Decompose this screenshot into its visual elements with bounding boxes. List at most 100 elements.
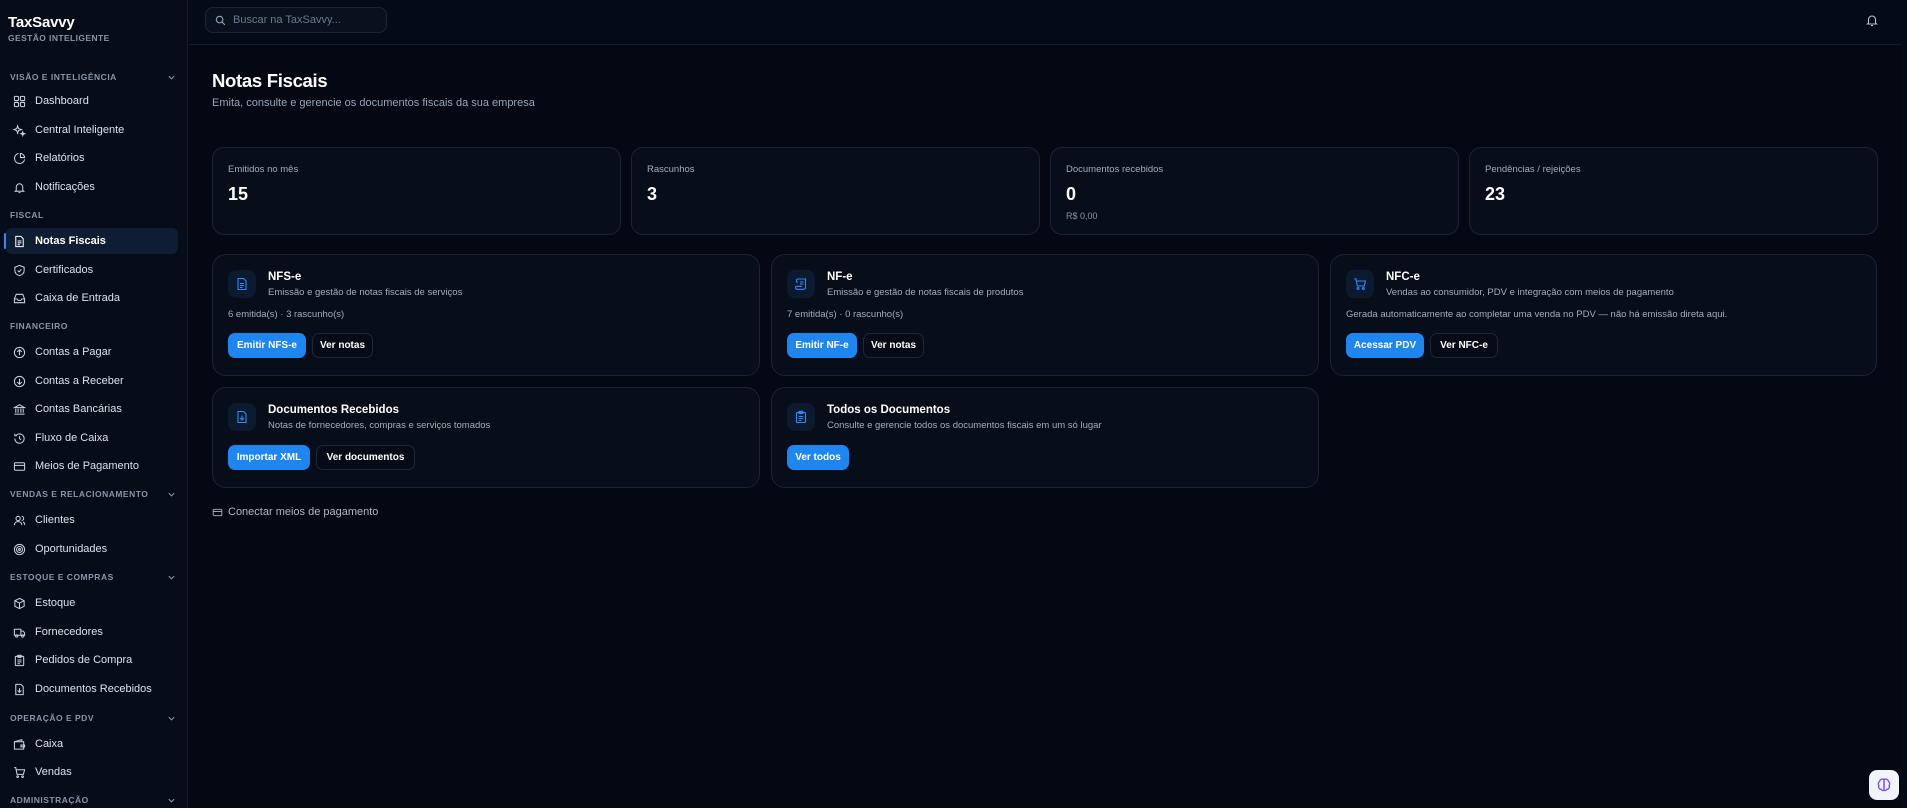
file-import-icon <box>237 410 247 424</box>
sidebar-item-oportunidades[interactable]: Oportunidades <box>6 536 178 562</box>
sidebar-item-caixa-de-entrada[interactable]: Caixa de Entrada <box>6 285 178 311</box>
section-label: OPERAÇÃO E PDV <box>10 713 94 723</box>
stat-extra: R$ 0,00 <box>1066 211 1098 221</box>
access-pdv-button[interactable]: Acessar PDV <box>1346 333 1424 358</box>
sidebar-item-dashboard[interactable]: Dashboard <box>6 88 178 114</box>
credit-card-icon <box>13 461 26 471</box>
sidebar-item-contas-a-pagar[interactable]: Contas a Pagar <box>6 339 178 365</box>
sidebar: TaxSavvy GESTÃO INTELIGENTE VISÃO E INTE… <box>0 0 188 808</box>
stat-card-pendencias: Pendências / rejeições 23 <box>1469 147 1878 235</box>
card-documentos-recebidos: Documentos Recebidos Notas de fornecedor… <box>212 387 760 488</box>
sidebar-item-fluxo-de-caixa[interactable]: Fluxo de Caixa <box>6 425 178 451</box>
package-icon <box>14 597 25 609</box>
sidebar-item-vendas[interactable]: Vendas <box>6 759 178 785</box>
chevron-down-icon <box>168 75 175 80</box>
inbox-icon <box>13 293 26 303</box>
section-administracao[interactable]: ADMINISTRAÇÃO <box>10 792 176 808</box>
bank-icon <box>13 403 26 415</box>
sidebar-item-notas-fiscais[interactable]: Notas Fiscais <box>4 228 178 254</box>
view-nfe-button[interactable]: Ver notas <box>863 333 924 358</box>
stat-card-emitidos: Emitidos no mês 15 <box>212 147 621 235</box>
sidebar-item-notificacoes[interactable]: Notificações <box>6 174 178 200</box>
sidebar-item-label: Clientes <box>35 514 75 526</box>
view-all-button[interactable]: Ver todos <box>787 445 849 470</box>
sidebar-item-pedidos-de-compra[interactable]: Pedidos de Compra <box>6 647 178 673</box>
assistant-fab[interactable] <box>1869 770 1899 800</box>
section-financeiro: FINANCEIRO <box>10 318 176 334</box>
sidebar-item-label: Vendas <box>35 766 72 778</box>
sidebar-item-label: Documentos Recebidos <box>35 683 152 695</box>
section-estoque-compras[interactable]: ESTOQUE E COMPRAS <box>10 569 176 585</box>
sidebar-item-central-inteligente[interactable]: Central Inteligente <box>6 117 178 143</box>
scroll-icon <box>795 278 807 290</box>
sidebar-item-documentos-recebidos[interactable]: Documentos Recebidos <box>6 676 178 702</box>
arrow-down-circle-icon <box>13 375 26 387</box>
search-input[interactable] <box>233 14 373 26</box>
card-icon <box>228 403 256 431</box>
emit-nfse-button[interactable]: Emitir NFS-e <box>228 333 306 358</box>
card-description: Notas de fornecedores, compras e serviço… <box>268 420 491 431</box>
sidebar-item-estoque[interactable]: Estoque <box>6 590 178 616</box>
card-nfse: NFS-e Emissão e gestão de notas fiscais … <box>212 254 760 376</box>
view-documents-button[interactable]: Ver documentos <box>316 445 415 470</box>
section-label: VISÃO E INTELIGÊNCIA <box>10 72 117 82</box>
section-label: FISCAL <box>10 210 44 220</box>
shield-check-icon <box>14 264 25 276</box>
card-todos-documentos: Todos os Documentos Consulte e gerencie … <box>771 387 1319 488</box>
sidebar-item-contas-a-receber[interactable]: Contas a Receber <box>6 368 178 394</box>
sidebar-item-clientes[interactable]: Clientes <box>6 507 178 533</box>
sidebar-item-label: Contas a Receber <box>35 375 124 387</box>
sidebar-item-meios-de-pagamento[interactable]: Meios de Pagamento <box>6 453 178 479</box>
card-title: NFS-e <box>268 271 302 283</box>
search-icon <box>215 15 226 25</box>
pie-chart-icon <box>14 152 26 164</box>
sidebar-item-label: Estoque <box>35 597 76 609</box>
search-box[interactable] <box>205 7 387 33</box>
section-label: ESTOQUE E COMPRAS <box>10 572 114 582</box>
sidebar-item-label: Contas Bancárias <box>35 403 122 415</box>
import-xml-button[interactable]: Importar XML <box>228 445 310 470</box>
brand[interactable]: TaxSavvy GESTÃO INTELIGENTE <box>8 14 110 43</box>
brand-name: TaxSavvy <box>8 14 75 31</box>
connect-payment-methods-link[interactable]: Conectar meios de pagamento <box>212 506 378 518</box>
sidebar-item-label: Fornecedores <box>35 626 103 638</box>
section-operacao-pdv[interactable]: OPERAÇÃO E PDV <box>10 710 176 726</box>
sidebar-item-relatorios[interactable]: Relatórios <box>6 145 178 171</box>
sidebar-item-caixa[interactable]: Caixa <box>6 731 178 757</box>
sidebar-item-certificados[interactable]: Certificados <box>6 257 178 283</box>
card-description: Consulte e gerencie todos os documentos … <box>827 420 1102 431</box>
sidebar-item-label: Central Inteligente <box>35 124 125 136</box>
sidebar-item-contas-bancarias[interactable]: Contas Bancárias <box>6 396 178 422</box>
target-icon <box>13 543 26 555</box>
card-description: Emissão e gestão de notas fiscais de pro… <box>827 287 1024 298</box>
scrollbar[interactable] <box>1901 0 1907 808</box>
section-visao-inteligencia[interactable]: VISÃO E INTELIGÊNCIA <box>10 69 176 85</box>
stat-value: 3 <box>647 184 658 204</box>
sidebar-item-label: Oportunidades <box>35 543 108 555</box>
notifications-bell-icon[interactable] <box>1865 13 1879 27</box>
credit-card-icon <box>212 508 223 516</box>
view-nfse-button[interactable]: Ver notas <box>312 333 373 358</box>
sidebar-item-fornecedores[interactable]: Fornecedores <box>6 619 178 645</box>
section-vendas-relacionamento[interactable]: VENDAS E RELACIONAMENTO <box>10 486 176 502</box>
card-title: Documentos Recebidos <box>268 404 399 416</box>
sidebar-item-label: Notificações <box>35 181 95 193</box>
stat-value: 15 <box>228 184 249 204</box>
bell-icon <box>14 182 25 193</box>
stat-label: Emitidos no mês <box>228 164 299 175</box>
card-title: NFC-e <box>1386 271 1420 283</box>
card-meta: 7 emitida(s) · 0 rascunho(s) <box>787 309 904 320</box>
card-nfce: NFC-e Vendas ao consumidor, PDV e integr… <box>1330 254 1877 376</box>
topbar <box>189 0 1907 45</box>
card-icon <box>787 403 815 431</box>
sidebar-item-label: Caixa de Entrada <box>35 292 120 304</box>
view-nfce-button[interactable]: Ver NFC-e <box>1430 333 1498 358</box>
sparkles-icon <box>13 123 26 137</box>
stat-value: 23 <box>1485 184 1506 204</box>
card-description: Emissão e gestão de notas fiscais de ser… <box>268 287 463 298</box>
file-import-icon <box>15 683 24 695</box>
card-icon <box>228 270 256 298</box>
chevron-down-icon <box>168 575 175 580</box>
emit-nfe-button[interactable]: Emitir NF-e <box>787 333 857 358</box>
sidebar-item-label: Pedidos de Compra <box>35 654 133 666</box>
